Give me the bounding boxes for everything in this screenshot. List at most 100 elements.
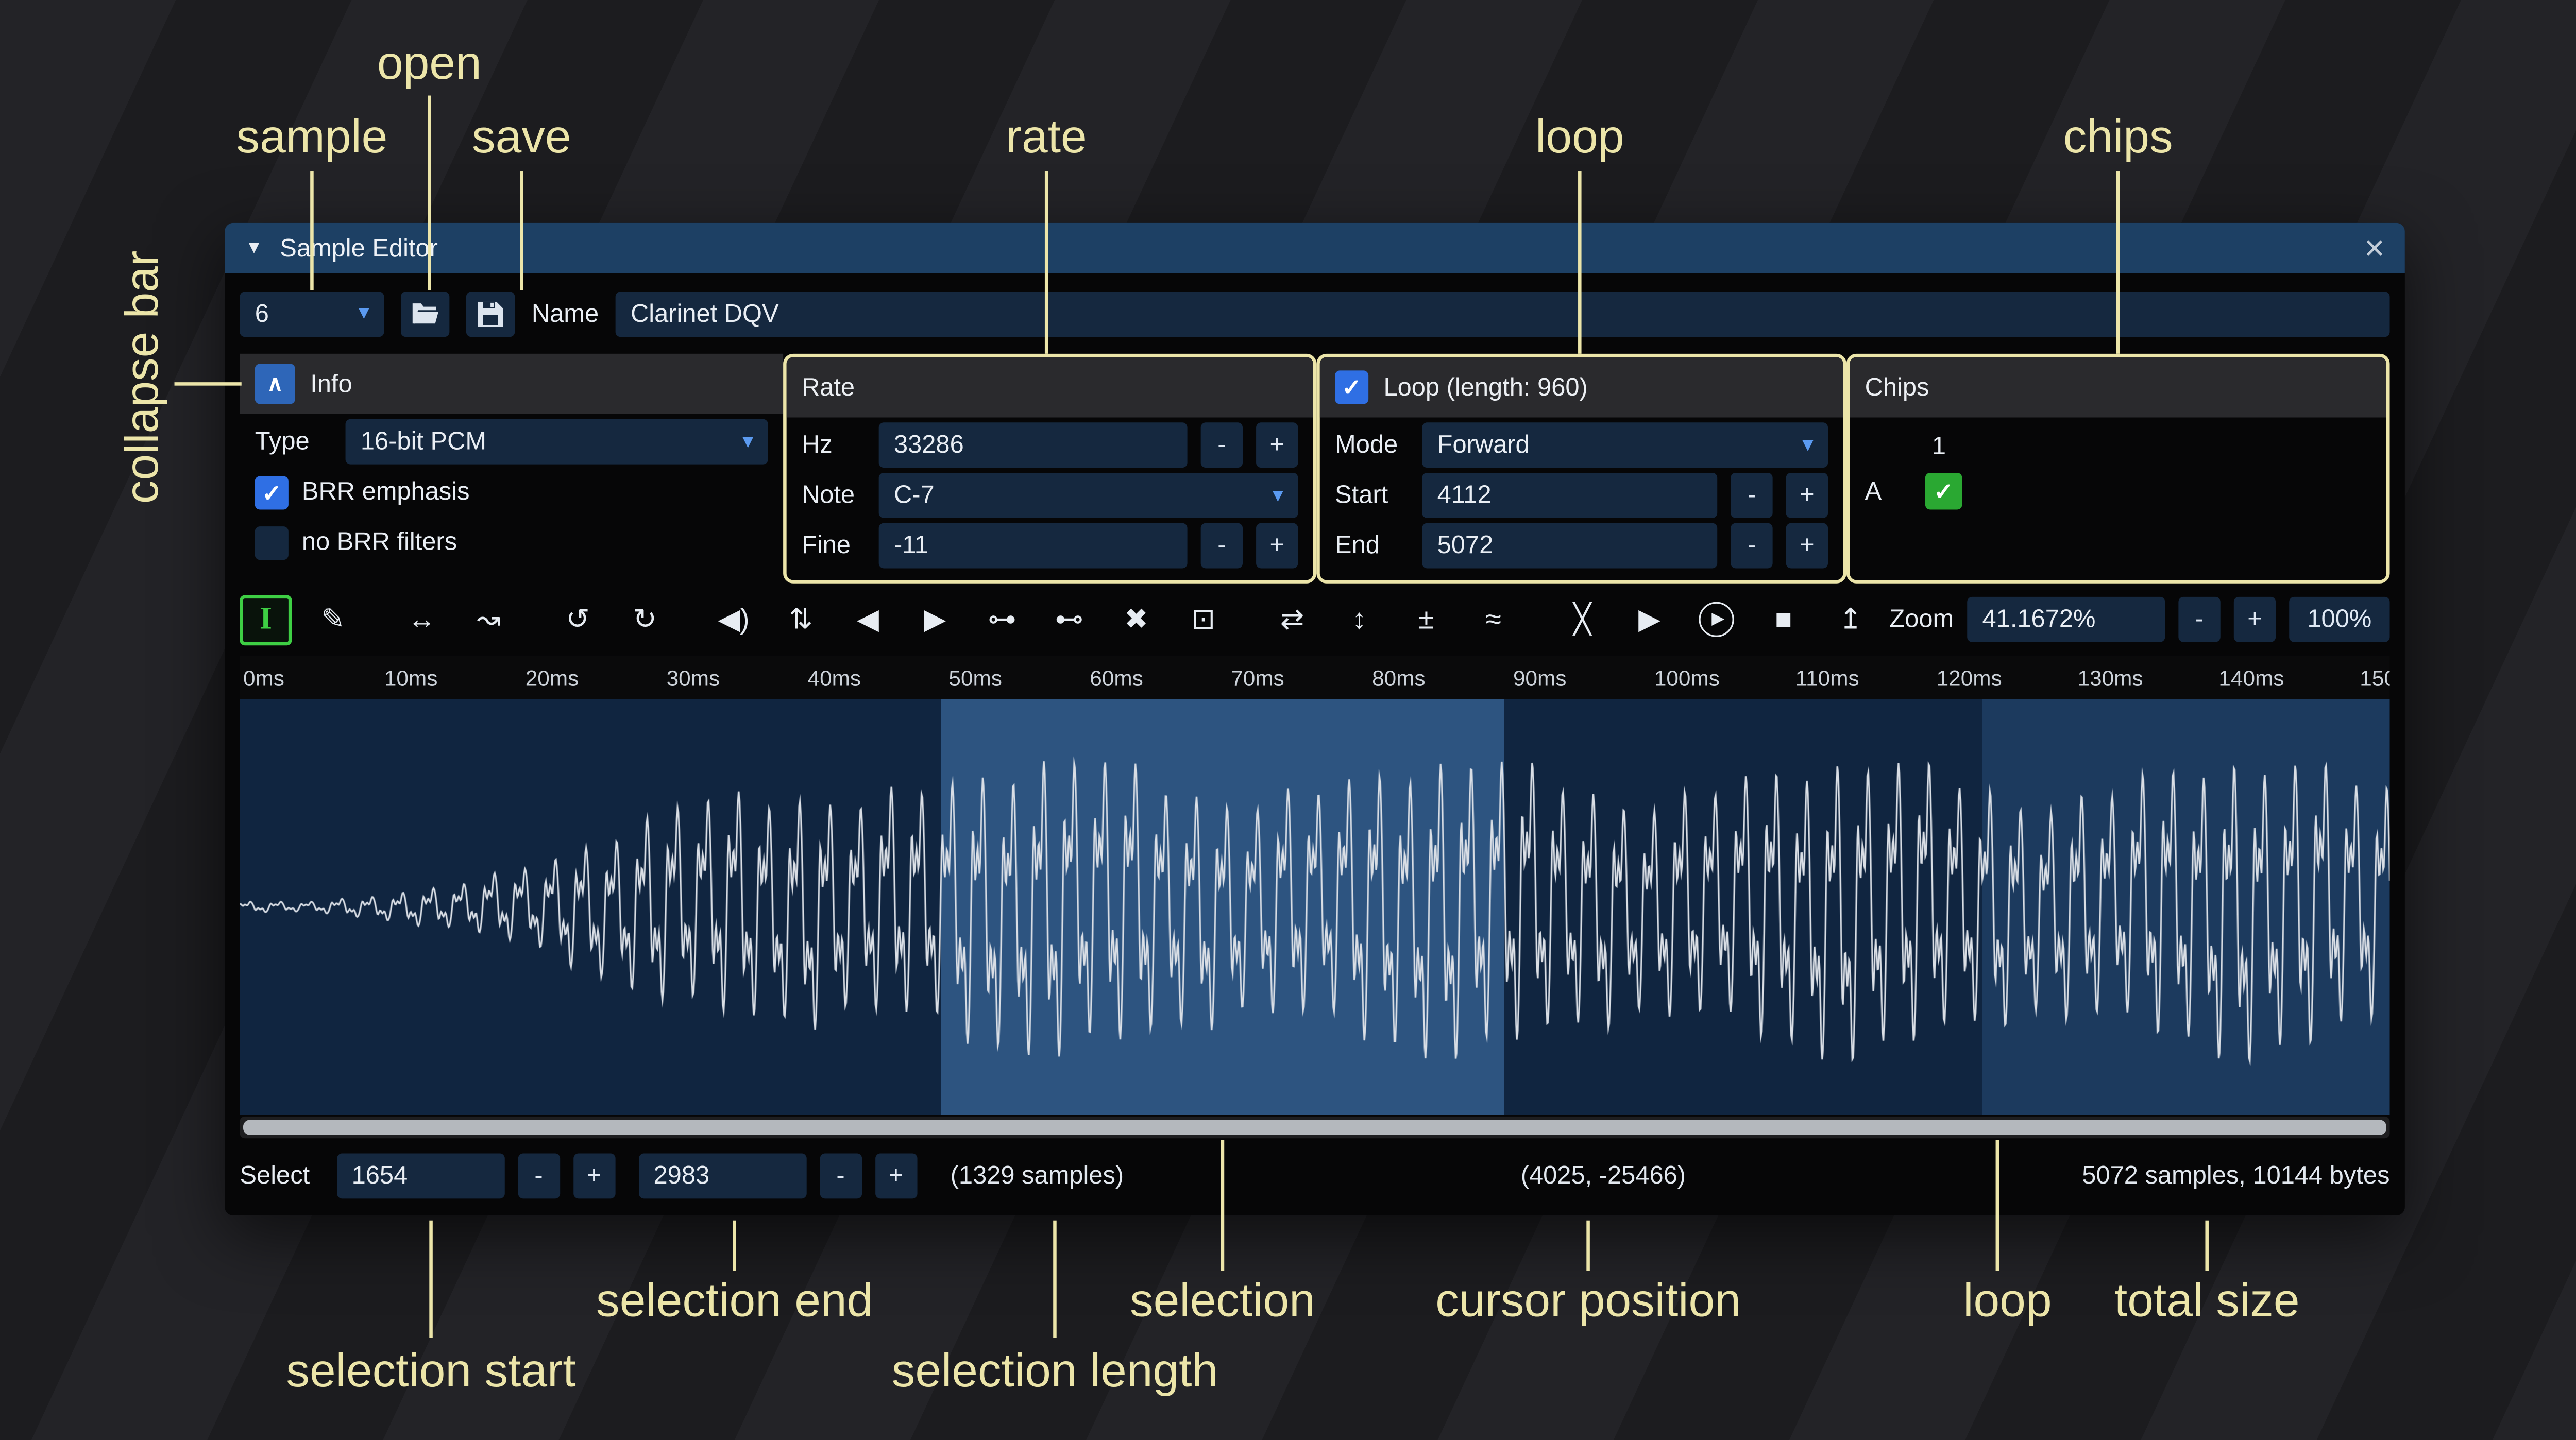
- close-icon[interactable]: ×: [2364, 231, 2385, 266]
- chevron-down-icon[interactable]: ▼: [728, 432, 768, 452]
- sign-invert-button[interactable]: ±: [1400, 594, 1452, 645]
- selection-end-input[interactable]: 2983: [638, 1153, 806, 1198]
- total-size-text: 5072 samples, 10144 bytes: [2082, 1161, 2389, 1189]
- annotation-rate: rate: [1006, 111, 1087, 164]
- hz-decrement-button[interactable]: -: [1201, 422, 1243, 468]
- loop-end-input[interactable]: 5072: [1422, 523, 1717, 569]
- collapse-bar-button[interactable]: ∧: [255, 364, 295, 404]
- zoom-input[interactable]: 41.1672%: [1967, 597, 2165, 642]
- annotation-line-rate: [1045, 171, 1048, 354]
- normalize-button[interactable]: ⇅: [775, 594, 827, 645]
- invert-button[interactable]: ↕: [1333, 594, 1385, 645]
- sample-selector[interactable]: 6 ▼: [240, 291, 384, 336]
- titlebar[interactable]: ▼ Sample Editor ×: [225, 223, 2405, 273]
- resample-button[interactable]: ↝: [463, 594, 515, 645]
- selection-start-increment-button[interactable]: +: [573, 1153, 615, 1198]
- loop-mode-dropdown[interactable]: Forward ▼: [1422, 422, 1828, 468]
- apply-silence-button[interactable]: ⊷: [1043, 594, 1095, 645]
- zoom-label: Zoom: [1889, 605, 1954, 633]
- hz-input[interactable]: 33286: [879, 422, 1188, 468]
- edit-select-button[interactable]: I: [240, 594, 292, 645]
- zoom-reset-button[interactable]: 100%: [2289, 597, 2389, 642]
- chevron-down-icon[interactable]: ▼: [1788, 435, 1828, 455]
- chips-panel: Chips 1 A ✓: [1846, 354, 2390, 584]
- reverse-button[interactable]: ⇄: [1266, 594, 1318, 645]
- loop-end-increment-button[interactable]: +: [1786, 523, 1828, 569]
- selection-start-input[interactable]: 1654: [336, 1153, 504, 1198]
- ruler-tick: 110ms: [1792, 665, 1933, 690]
- fade-in-button[interactable]: ◀: [842, 594, 894, 645]
- window-title: Sample Editor: [280, 234, 2347, 262]
- rate-panel: Rate Hz 33286 - + Note C-7 ▼: [783, 354, 1316, 584]
- loop-start-increment-button[interactable]: +: [1786, 473, 1828, 518]
- type-value: 16-bit PCM: [361, 427, 486, 456]
- ruler-tick: 30ms: [663, 665, 804, 690]
- annotation-selection-start: selection start: [286, 1345, 575, 1398]
- draw-button[interactable]: ✎: [307, 594, 359, 645]
- collapse-window-icon[interactable]: ▼: [245, 238, 263, 258]
- ruler-tick: 130ms: [2074, 665, 2215, 690]
- loop-start-decrement-button[interactable]: -: [1731, 473, 1772, 518]
- amplify-button[interactable]: ◀): [708, 594, 760, 645]
- import-button[interactable]: ↥: [1825, 594, 1877, 645]
- chevron-down-icon[interactable]: ▼: [344, 303, 384, 323]
- fade-out-button[interactable]: ▶: [909, 594, 961, 645]
- open-button[interactable]: [401, 291, 449, 336]
- annotation-open: open: [377, 37, 482, 91]
- annotation-line-collapse-bar: [175, 382, 242, 386]
- annotation-chips: chips: [2063, 111, 2173, 164]
- chip-row: A ✓: [1865, 473, 2371, 510]
- selection-end-increment-button[interactable]: +: [875, 1153, 917, 1198]
- selection-end-decrement-button[interactable]: -: [820, 1153, 861, 1198]
- crossfade-button[interactable]: ╳: [1556, 594, 1608, 645]
- stop-button[interactable]: ■: [1757, 594, 1809, 645]
- info-header-label: Info: [310, 370, 352, 398]
- trim-button[interactable]: ⊡: [1177, 594, 1229, 645]
- selection-start-decrement-button[interactable]: -: [518, 1153, 560, 1198]
- horizontal-scrollbar[interactable]: [240, 1117, 2389, 1138]
- chip-column-number: 1: [1932, 426, 2371, 466]
- waveform-canvas[interactable]: [240, 699, 2389, 1115]
- chevron-down-icon[interactable]: ▼: [1258, 485, 1298, 505]
- loop-start-value: 4112: [1437, 481, 1492, 509]
- annotation-selection-length: selection length: [892, 1345, 1218, 1398]
- save-button[interactable]: [466, 291, 515, 336]
- filter-button[interactable]: ≈: [1467, 594, 1519, 645]
- delete-button[interactable]: ✖: [1110, 594, 1162, 645]
- chip-a-checkbox[interactable]: ✓: [1925, 473, 1962, 510]
- name-value: Clarinet DQV: [631, 299, 779, 328]
- zoom-out-button[interactable]: -: [2178, 597, 2220, 642]
- resize-button[interactable]: ↔: [396, 594, 448, 645]
- insert-silence-button[interactable]: ⊶: [976, 594, 1028, 645]
- no-brr-filters-checkbox[interactable]: [255, 525, 289, 559]
- fine-decrement-button[interactable]: -: [1201, 523, 1243, 569]
- fine-increment-button[interactable]: +: [1256, 523, 1298, 569]
- loop-start-input[interactable]: 4112: [1422, 473, 1717, 518]
- annotation-cursor-position: cursor position: [1435, 1274, 1741, 1328]
- selection-end-value: 2983: [654, 1161, 710, 1189]
- fine-input[interactable]: -11: [879, 523, 1188, 569]
- scrollbar-thumb[interactable]: [243, 1120, 2386, 1135]
- note-dropdown[interactable]: C-7 ▼: [879, 473, 1298, 518]
- waveform-area[interactable]: [240, 699, 2389, 1115]
- redo-button[interactable]: ↻: [619, 594, 671, 645]
- play-button[interactable]: ▶: [1690, 594, 1742, 645]
- preview-button[interactable]: ▶: [1623, 594, 1675, 645]
- annotation-line-sample: [310, 171, 314, 290]
- loop-panel: ✓ Loop (length: 960) Mode Forward ▼ Star…: [1316, 354, 1846, 584]
- brr-emphasis-checkbox[interactable]: ✓: [255, 475, 289, 509]
- undo-button[interactable]: ↺: [552, 594, 604, 645]
- zoom-cluster: Zoom 41.1672% - + 100%: [1889, 597, 2389, 642]
- checkmark-icon: ✓: [1934, 479, 1954, 503]
- annotation-line-loop-bottom: [1996, 1140, 1999, 1271]
- loop-end-decrement-button[interactable]: -: [1731, 523, 1772, 569]
- annotation-line-loop-top: [1578, 171, 1582, 354]
- redo-icon: ↻: [633, 603, 656, 636]
- name-input[interactable]: Clarinet DQV: [616, 291, 2390, 336]
- annotation-line-selection: [1221, 1140, 1225, 1271]
- type-dropdown[interactable]: 16-bit PCM ▼: [346, 419, 768, 465]
- hz-increment-button[interactable]: +: [1256, 422, 1298, 468]
- zoom-in-button[interactable]: +: [2234, 597, 2276, 642]
- loop-enable-checkbox[interactable]: ✓: [1335, 370, 1368, 404]
- sample-editor-window: ▼ Sample Editor × 6 ▼: [225, 223, 2405, 1215]
